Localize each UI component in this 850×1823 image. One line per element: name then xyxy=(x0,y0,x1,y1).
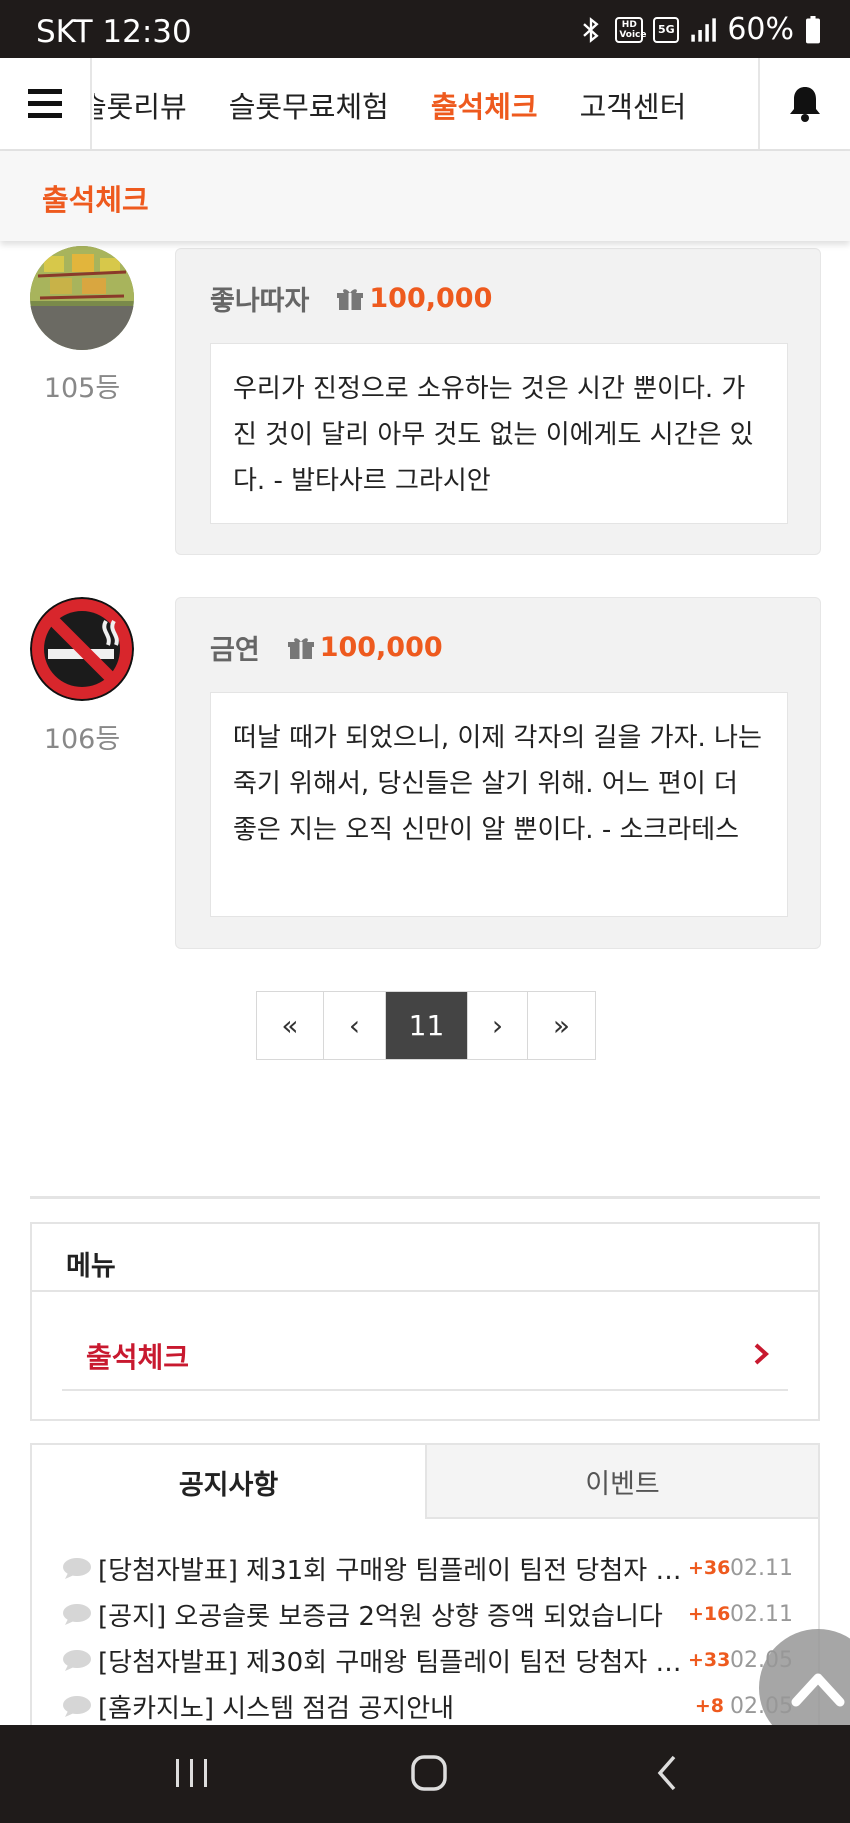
status-icons: HD Voice 5G 60% xyxy=(577,12,822,47)
speech-bubble-icon xyxy=(63,1650,91,1671)
rank-label: 106등 xyxy=(43,724,121,755)
divider xyxy=(62,1389,788,1391)
hamburger-menu-button[interactable] xyxy=(0,58,92,149)
notice-title[interactable]: [홈카지노] 시스템 점검 공지안내 xyxy=(98,1688,686,1725)
first-page-button[interactable]: « xyxy=(257,992,324,1059)
bell-icon xyxy=(790,86,820,122)
notice-widget: 공지사항 이벤트 [당첨자발표] 제31회 구매왕 팀플레이 팀전 당첨자 발표… xyxy=(30,1443,820,1743)
nav-tab-customer-center[interactable]: 고객센터 xyxy=(580,84,687,126)
comment-text: 떠날 때가 되었으니, 이제 각자의 길을 가자. 나는 죽기 위해서, 당신들… xyxy=(210,692,788,917)
network-5g-icon: 5G xyxy=(653,16,680,43)
tab-notices[interactable]: 공지사항 xyxy=(32,1445,425,1519)
carrier-time: SKT 12:30 xyxy=(36,14,192,50)
notice-title[interactable]: [당첨자발표] 제31회 구매왕 팀플레이 팀전 당첨자 발표 xyxy=(98,1550,686,1587)
nav-tab-attendance[interactable]: 출석체크 xyxy=(431,84,538,126)
nav-tab-free-trial[interactable]: 슬롯무료체험 xyxy=(229,84,389,126)
comment-count: +8 xyxy=(694,1695,724,1717)
points-value: 100,000 xyxy=(369,283,493,314)
avatar xyxy=(30,597,134,701)
notice-date: 02.11 xyxy=(730,1555,793,1581)
comment-count: +16 xyxy=(688,1603,731,1625)
comment-header: 금연 100,000 xyxy=(210,628,443,667)
speech-bubble-icon xyxy=(63,1696,91,1717)
hd-voice-icon: HD Voice xyxy=(615,16,647,43)
list-item[interactable]: [공지] 오공슬롯 보증금 2억원 상향 증액 되었습니다 +16 02.11 xyxy=(62,1591,793,1637)
gift-icon xyxy=(287,637,314,659)
avatar xyxy=(30,246,134,350)
menu-widget: 메뉴 출석체크 xyxy=(30,1222,820,1421)
comment-count: +36 xyxy=(688,1557,731,1579)
tab-events[interactable]: 이벤트 xyxy=(425,1445,818,1519)
speech-bubble-icon xyxy=(63,1558,91,1579)
pagination: « ‹ 11 › » xyxy=(256,991,596,1060)
system-navigation-bar xyxy=(0,1725,850,1823)
menu-widget-title: 메뉴 xyxy=(66,1251,116,1282)
back-icon[interactable] xyxy=(646,1753,690,1793)
no-smoking-icon xyxy=(30,597,134,701)
comment-bubble: 좋나따자 100,000 우리가 진정으로 소유하는 것은 시간 뿐이다. 가진… xyxy=(175,248,821,555)
menu-link-attendance[interactable]: 출석체크 xyxy=(86,1336,189,1376)
signal-icon xyxy=(689,16,717,44)
nav-tabs-scroll[interactable]: 슬롯리뷰 슬롯무료체험 출석체크 고객센터 xyxy=(94,58,758,149)
chevron-up-icon xyxy=(791,1673,845,1707)
author-name[interactable]: 좋나따자 xyxy=(210,279,309,318)
gift-icon xyxy=(337,288,364,310)
top-navigation: 슬롯리뷰 슬롯무료체험 출석체크 고객센터 xyxy=(0,58,850,151)
comment-header: 좋나따자 100,000 xyxy=(210,279,492,318)
hamburger-icon xyxy=(28,88,62,118)
list-item[interactable]: [홈카지노] 시스템 점검 공지안내 +8 02.05 xyxy=(62,1683,793,1729)
list-item[interactable]: [당첨자발표] 제31회 구매왕 팀플레이 팀전 당첨자 발표 +36 02.1… xyxy=(62,1545,793,1591)
status-bar: SKT 12:30 HD Voice 5G 60% xyxy=(0,0,850,58)
bluetooth-icon xyxy=(577,16,605,44)
section-divider xyxy=(30,1196,820,1199)
page-header: 출석체크 xyxy=(0,151,850,241)
next-page-button[interactable]: › xyxy=(468,992,528,1059)
last-page-button[interactable]: » xyxy=(528,992,595,1059)
comment-bubble: 금연 100,000 떠날 때가 되었으니, 이제 각자의 길을 가자. 나는 … xyxy=(175,597,821,949)
notification-button[interactable] xyxy=(758,58,850,149)
page-title: 출석체크 xyxy=(42,183,149,217)
chevron-right-icon[interactable] xyxy=(752,1342,770,1366)
notice-tabs: 공지사항 이벤트 xyxy=(32,1445,818,1519)
prev-page-button[interactable]: ‹ xyxy=(324,992,386,1059)
notice-date: 02.11 xyxy=(730,1601,793,1627)
battery-percent: 60% xyxy=(727,12,794,47)
notice-list: [당첨자발표] 제31회 구매왕 팀플레이 팀전 당첨자 발표 +36 02.1… xyxy=(62,1545,793,1729)
points-value: 100,000 xyxy=(319,632,443,663)
notice-title[interactable]: [당첨자발표] 제30회 구매왕 팀플레이 팀전 당첨자 발표 xyxy=(98,1642,686,1679)
list-item[interactable]: [당첨자발표] 제30회 구매왕 팀플레이 팀전 당첨자 발표 +33 02.0… xyxy=(62,1637,793,1683)
notice-title[interactable]: [공지] 오공슬롯 보증금 2억원 상향 증액 되었습니다 xyxy=(98,1596,686,1633)
nav-tab-slot-review[interactable]: 슬롯리뷰 xyxy=(94,84,187,126)
home-icon[interactable] xyxy=(407,1753,451,1793)
battery-icon xyxy=(804,15,822,44)
speech-bubble-icon xyxy=(63,1604,91,1625)
rank-label: 105등 xyxy=(43,373,121,404)
current-page-button[interactable]: 11 xyxy=(386,992,468,1059)
comment-count: +33 xyxy=(688,1649,731,1671)
comment-text: 우리가 진정으로 소유하는 것은 시간 뿐이다. 가진 것이 달리 아무 것도 … xyxy=(210,343,788,524)
recent-apps-icon[interactable] xyxy=(170,1753,214,1793)
author-name[interactable]: 금연 xyxy=(210,628,260,667)
divider xyxy=(32,1290,818,1292)
